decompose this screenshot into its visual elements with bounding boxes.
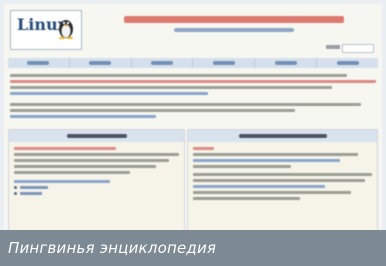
penguin-icon bbox=[59, 20, 73, 39]
list-item[interactable] bbox=[14, 192, 179, 195]
nav-item[interactable] bbox=[193, 58, 256, 68]
nav-item[interactable] bbox=[132, 58, 194, 68]
nav-item[interactable] bbox=[70, 58, 132, 68]
right-column bbox=[187, 129, 378, 230]
intro-text bbox=[10, 74, 376, 121]
search-area bbox=[326, 44, 376, 53]
caption-text: Пингвинья энциклопедия bbox=[8, 239, 217, 257]
site-nav bbox=[8, 58, 378, 68]
list-item[interactable] bbox=[14, 186, 179, 189]
search-label bbox=[326, 45, 340, 49]
site-header-subtitle[interactable] bbox=[174, 28, 294, 32]
blurred-website: Linux bbox=[4, 4, 382, 230]
search-input[interactable] bbox=[342, 44, 374, 53]
nav-item[interactable] bbox=[317, 58, 378, 68]
nav-item[interactable] bbox=[8, 58, 70, 68]
site-logo[interactable]: Linux bbox=[10, 10, 82, 50]
screenshot-frame: Linux Пингвинья энциклопедия bbox=[0, 0, 386, 266]
nav-item[interactable] bbox=[255, 58, 318, 68]
left-column-heading bbox=[9, 130, 184, 142]
caption-band: Пингвинья энциклопедия bbox=[0, 230, 386, 266]
site-header-title bbox=[116, 16, 351, 26]
left-column bbox=[8, 129, 185, 230]
right-column-heading bbox=[188, 130, 377, 142]
